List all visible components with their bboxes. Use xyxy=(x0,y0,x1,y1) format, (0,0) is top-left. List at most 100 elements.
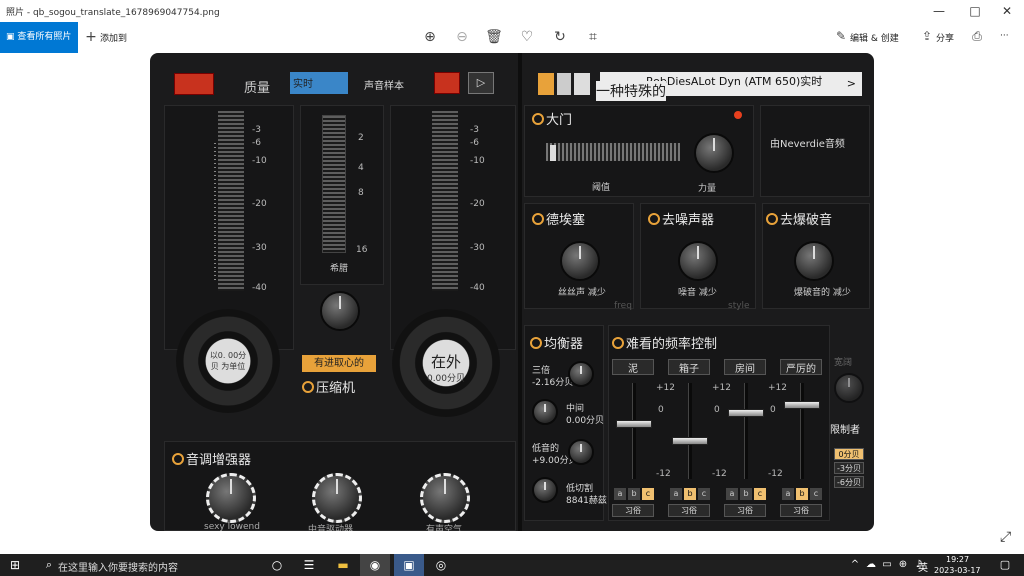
harsh-fader[interactable] xyxy=(784,401,820,409)
mud-custom-button[interactable]: 习俗 xyxy=(612,504,654,517)
harsh-custom-button[interactable]: 习俗 xyxy=(780,504,822,517)
zoom-out-icon[interactable]: ⊖ xyxy=(453,29,471,45)
power-icon[interactable] xyxy=(532,113,544,125)
sexy-lowend-knob[interactable] xyxy=(206,473,256,523)
band-mud-button[interactable]: 泥 xyxy=(612,359,654,375)
treble-knob[interactable] xyxy=(568,361,594,387)
mid-knob[interactable] xyxy=(532,399,558,425)
share-button[interactable]: 分享 xyxy=(936,31,954,44)
preset-color-tab[interactable] xyxy=(538,73,554,95)
realtime-select[interactable]: 实时 xyxy=(290,72,348,94)
box-b-button[interactable]: b xyxy=(684,488,696,500)
band-room-button[interactable]: 房间 xyxy=(724,359,766,375)
task-view-icon[interactable]: ○ xyxy=(262,554,292,576)
power-icon[interactable] xyxy=(766,213,778,225)
air-knob[interactable] xyxy=(420,473,470,523)
power-icon[interactable] xyxy=(530,337,542,349)
box-custom-button[interactable]: 习俗 xyxy=(668,504,710,517)
mid-drive-knob[interactable] xyxy=(312,473,362,523)
photos-app-icon[interactable]: ▣ xyxy=(394,554,424,576)
power-icon[interactable] xyxy=(532,213,544,225)
tick: -30 xyxy=(252,243,267,253)
band-box-button[interactable]: 箱子 xyxy=(668,359,710,375)
clock-date[interactable]: 2023-03-17 xyxy=(934,566,981,575)
power-icon[interactable] xyxy=(302,381,314,393)
power-icon[interactable] xyxy=(172,453,184,465)
add-to-button[interactable]: 添加到 xyxy=(100,31,127,44)
windows-start-icon[interactable]: ⊞ xyxy=(0,554,30,576)
fullscreen-icon[interactable]: ⤢ xyxy=(1000,529,1011,545)
bass-knob[interactable] xyxy=(568,439,594,465)
zoom-in-icon[interactable]: ⊕ xyxy=(421,29,439,45)
crop-icon[interactable]: ⌗ xyxy=(584,29,602,45)
room-a-button[interactable]: a xyxy=(726,488,738,500)
rotate-icon[interactable]: ↻ xyxy=(551,29,569,45)
harsh-a-button[interactable]: a xyxy=(782,488,794,500)
play-button[interactable]: ▷ xyxy=(468,72,494,94)
preset-tab[interactable] xyxy=(574,73,590,95)
tone-enhancer-title: 音调增强器 xyxy=(172,449,251,468)
lowcut-value: 8841赫兹 xyxy=(566,496,607,506)
box-a-button[interactable]: a xyxy=(670,488,682,500)
widgets-icon[interactable]: ☰ xyxy=(294,554,324,576)
mud-b-button[interactable]: b xyxy=(628,488,640,500)
edit-icon[interactable]: ✎ xyxy=(832,29,850,43)
taskbar-search-input[interactable]: 在这里输入你要搜索的内容 xyxy=(58,559,178,574)
power-toggle[interactable] xyxy=(174,73,214,95)
room-fader[interactable] xyxy=(728,409,764,417)
room-c-button[interactable]: c xyxy=(754,488,766,500)
mud-a-button[interactable]: a xyxy=(614,488,626,500)
box-c-button[interactable]: c xyxy=(698,488,710,500)
width-knob[interactable] xyxy=(834,373,864,403)
gate-threshold-slider[interactable] xyxy=(546,143,680,161)
threshold-handle[interactable] xyxy=(550,145,556,161)
compressor-mode-select[interactable]: 有进取心的 xyxy=(302,355,376,372)
lowcut-knob[interactable] xyxy=(532,477,558,503)
mud-fader[interactable] xyxy=(616,420,652,428)
browser-icon[interactable]: ◉ xyxy=(360,554,390,576)
record-button[interactable] xyxy=(434,72,460,94)
title-bar: 照片 - qb_sogou_translate_1678969047754.pn… xyxy=(0,0,1024,22)
share-icon[interactable]: ⇪ xyxy=(918,29,936,43)
file-explorer-icon[interactable]: ▬ xyxy=(328,554,358,576)
box-fader[interactable] xyxy=(672,437,708,445)
declick-knob[interactable] xyxy=(794,241,834,281)
mud-c-button[interactable]: c xyxy=(642,488,654,500)
close-button[interactable]: ✕ xyxy=(990,0,1024,22)
limiter-6db-option[interactable]: -6分贝 xyxy=(834,476,864,488)
power-icon[interactable] xyxy=(612,337,624,349)
limiter-3db-option[interactable]: -3分贝 xyxy=(834,462,864,474)
harsh-c-button[interactable]: c xyxy=(810,488,822,500)
minimize-button[interactable]: — xyxy=(922,0,956,22)
tick: -20 xyxy=(252,199,267,209)
photo-toolbar: ▣ 查看所有照片 + 添加到 ⊕ ⊖ 🗑 ♡ ↻ ⌗ ✎ 编辑 & 创建 ⇪ 分… xyxy=(0,22,1024,53)
power-label: 力量 xyxy=(698,184,717,194)
deesser-label: 德埃塞 xyxy=(546,213,586,228)
heart-icon[interactable]: ♡ xyxy=(518,29,536,45)
limiter-0db-option[interactable]: 0分贝 xyxy=(834,448,864,460)
all-photos-button[interactable]: ▣ 查看所有照片 xyxy=(0,22,78,53)
edit-create-button[interactable]: 编辑 & 创建 xyxy=(850,31,899,44)
gate-power-knob[interactable] xyxy=(694,133,734,173)
power-icon[interactable] xyxy=(648,213,660,225)
image-viewport: 质量 实时 声音样本 ▷ RobDiesALot Dyn (ATM 650)实时… xyxy=(0,53,1024,550)
plus-icon[interactable]: + xyxy=(82,29,100,45)
app-icon[interactable]: ◎ xyxy=(426,554,456,576)
preset-next-button[interactable]: > xyxy=(847,77,856,90)
photos-icon: ▣ xyxy=(6,32,18,42)
ime-language[interactable]: 英 xyxy=(918,559,928,574)
denoise-knob[interactable] xyxy=(678,241,718,281)
band-harsh-button[interactable]: 严厉的 xyxy=(780,359,822,375)
clock-time[interactable]: 19:27 xyxy=(946,555,969,564)
copy-icon[interactable] xyxy=(557,73,571,95)
compressor-knob[interactable] xyxy=(320,291,360,331)
deesser-knob[interactable] xyxy=(560,241,600,281)
maximize-button[interactable]: □ xyxy=(958,0,992,22)
room-b-button[interactable]: b xyxy=(740,488,752,500)
more-button[interactable]: ··· xyxy=(1000,31,1009,41)
room-custom-button[interactable]: 习俗 xyxy=(724,504,766,517)
printer-icon[interactable]: ⎙ xyxy=(968,29,986,44)
trash-icon[interactable]: 🗑 xyxy=(485,29,503,45)
notification-icon[interactable]: ▢ xyxy=(990,554,1020,576)
harsh-b-button[interactable]: b xyxy=(796,488,808,500)
